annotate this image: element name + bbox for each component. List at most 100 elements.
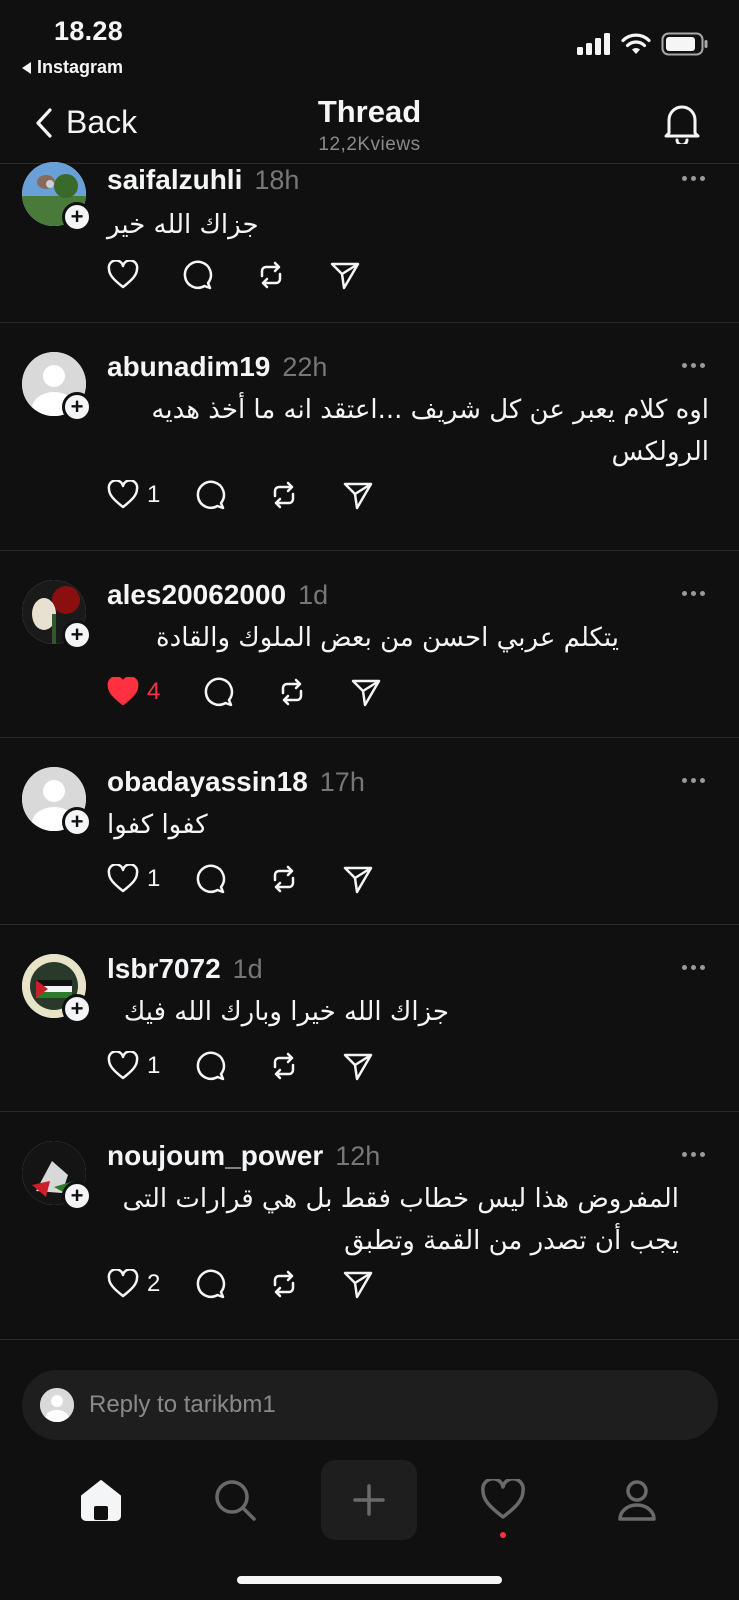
notifications-button[interactable] [663, 102, 701, 149]
tab-home[interactable] [53, 1460, 149, 1540]
wifi-icon [621, 33, 651, 54]
reply-post: + obadayassin18 17h كفوا كفوا 1 [0, 738, 739, 925]
follow-plus-icon[interactable]: + [62, 392, 92, 422]
tab-profile[interactable] [589, 1460, 685, 1540]
username[interactable]: lsbr7072 [107, 953, 221, 985]
notification-dot [500, 1532, 506, 1538]
send-icon [330, 262, 360, 290]
avatar-container[interactable]: + [22, 767, 92, 837]
share-button[interactable] [342, 479, 374, 511]
comment-button[interactable] [181, 259, 213, 291]
repost-icon [282, 678, 303, 706]
post-time: 1d [232, 954, 263, 984]
like-button[interactable]: 2 [107, 1269, 160, 1299]
repost-icon [260, 261, 282, 289]
more-options-button[interactable] [682, 1152, 705, 1157]
comment-button[interactable] [194, 1268, 226, 1300]
activity-heart-icon [481, 1479, 525, 1519]
follow-plus-icon[interactable]: + [62, 202, 92, 232]
share-button[interactable] [342, 1050, 374, 1082]
share-button[interactable] [342, 1268, 374, 1300]
send-icon [344, 482, 373, 510]
plus-icon [353, 1484, 385, 1516]
reply-text: كفوا كفوا [107, 810, 208, 840]
send-icon [344, 866, 373, 894]
more-options-button[interactable] [682, 778, 705, 783]
repost-icon [274, 1270, 295, 1298]
tab-activity[interactable] [455, 1460, 551, 1540]
post-time: 17h [319, 767, 365, 797]
reply-text: جزاك الله خيرا وبارك الله فيك [123, 997, 449, 1027]
username[interactable]: ales20062000 [107, 579, 286, 611]
like-button[interactable]: 1 [107, 480, 160, 510]
search-icon [215, 1480, 256, 1521]
username[interactable]: abunadim19 [107, 351, 270, 383]
like-button[interactable] [107, 260, 139, 290]
post-time: 12h [335, 1141, 381, 1171]
repost-button[interactable] [268, 1050, 300, 1082]
comment-icon [183, 260, 213, 290]
comment-button[interactable] [194, 1050, 226, 1082]
username[interactable]: obadayassin18 [107, 766, 308, 798]
avatar-container[interactable]: + [22, 580, 92, 650]
comment-button[interactable] [194, 863, 226, 895]
repost-button[interactable] [268, 863, 300, 895]
send-icon [344, 1053, 373, 1081]
avatar-container[interactable]: + [22, 162, 92, 232]
heart-icon [107, 864, 139, 893]
more-options-button[interactable] [682, 965, 705, 970]
avatar-container[interactable]: + [22, 954, 92, 1024]
like-button[interactable]: 1 [107, 864, 160, 894]
battery-icon [661, 32, 708, 56]
like-count: 1 [147, 481, 161, 508]
tab-search[interactable] [187, 1460, 283, 1540]
repost-button[interactable] [268, 479, 300, 511]
reply-text: جزاك الله خير [107, 210, 259, 240]
username[interactable]: noujoum_power [107, 1140, 323, 1172]
more-options-button[interactable] [682, 176, 705, 181]
avatar-container[interactable]: + [22, 352, 92, 422]
follow-plus-icon[interactable]: + [62, 807, 92, 837]
avatar-container[interactable]: + [22, 1141, 92, 1211]
signal-icon [577, 33, 610, 55]
follow-plus-icon[interactable]: + [62, 994, 92, 1024]
tab-compose[interactable] [321, 1460, 417, 1540]
follow-plus-icon[interactable]: + [62, 620, 92, 650]
repost-button[interactable] [268, 1268, 300, 1300]
reply-post: + lsbr7072 1d جزاك الله خيرا وبارك الله … [0, 925, 739, 1112]
back-app-label: Instagram [37, 57, 124, 77]
like-count: 2 [147, 1270, 161, 1297]
page-title: Thread [317, 94, 422, 129]
share-button[interactable] [350, 676, 382, 708]
heart-icon [107, 260, 139, 289]
reply-text: يتكلم عربي احسن من بعض الملوك والقادة [156, 623, 619, 653]
repost-icon [274, 481, 295, 509]
like-button[interactable]: 1 [107, 1051, 160, 1081]
status-time: 18.28 [54, 16, 124, 46]
send-icon [344, 1271, 373, 1299]
username[interactable]: saifalzuhli [107, 164, 242, 196]
repost-button[interactable] [276, 676, 308, 708]
like-count: 1 [147, 1052, 161, 1079]
share-button[interactable] [342, 863, 374, 895]
back-to-app-link[interactable]: Instagram [22, 57, 123, 78]
heart-icon [107, 480, 139, 509]
heart-filled-icon [107, 677, 139, 706]
thread-header: Back Thread 12,2Kviews [0, 84, 739, 164]
status-bar: 18.28 Instagram [0, 0, 739, 84]
status-icons [577, 32, 709, 56]
like-button[interactable]: 4 [107, 677, 160, 707]
more-options-button[interactable] [682, 591, 705, 596]
heart-icon [107, 1051, 139, 1080]
comment-button[interactable] [194, 479, 226, 511]
more-options-button[interactable] [682, 363, 705, 368]
home-icon [81, 1480, 121, 1521]
repost-button[interactable] [255, 259, 287, 291]
comment-icon [205, 677, 234, 707]
heart-icon [107, 1269, 139, 1298]
comment-button[interactable] [202, 676, 234, 708]
follow-plus-icon[interactable]: + [62, 1181, 92, 1211]
reply-placeholder: Reply to tarikbm1 [89, 1391, 276, 1418]
share-button[interactable] [329, 259, 361, 291]
reply-input[interactable]: Reply to tarikbm1 [22, 1370, 718, 1440]
